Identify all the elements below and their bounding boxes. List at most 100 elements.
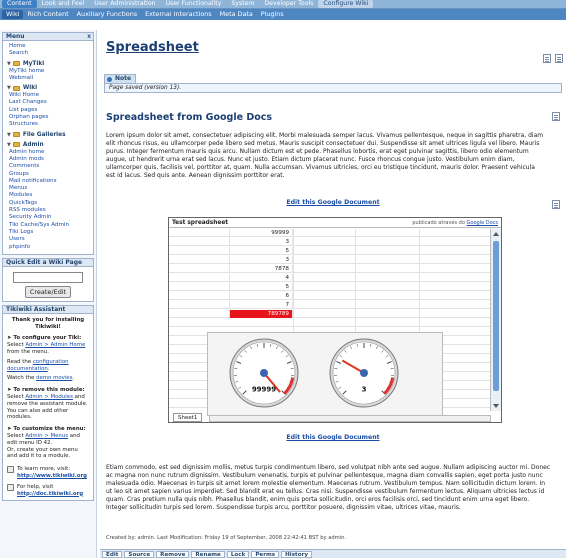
gauge-value-label: 3 [362, 386, 367, 394]
menu-item[interactable]: QuickTags [3, 200, 93, 207]
create-edit-button[interactable]: Create/Edit [24, 285, 72, 298]
page-action-button[interactable]: Lock [226, 550, 250, 558]
sub-nav-tab[interactable]: Meta Data [216, 10, 257, 19]
doc-tikiwiki-link[interactable]: http://doc.tikiwiki.org [17, 491, 83, 497]
quick-edit-input[interactable] [13, 271, 83, 283]
menu-items: Home Search ▼ MyTiki MyTiki home Webmail ▼ Wiki… [3, 41, 93, 254]
sheet-cell[interactable]: 7 [229, 301, 293, 309]
horizontal-scrollbar[interactable] [209, 415, 491, 422]
assistant-title: Tikiwiki Assistant [3, 305, 93, 314]
help-icon [7, 483, 14, 491]
menu-item[interactable]: Mail notifications [3, 178, 93, 185]
top-nav-tab[interactable]: Configure Wiki [318, 0, 374, 8]
menu-item[interactable]: Tiki Cache/Sys Admin [3, 222, 93, 229]
top-nav-tab[interactable]: Look and Feel [37, 0, 90, 8]
gauges-chart: 99999 3 [207, 332, 443, 416]
page-actions-bar: Edit Source Remove Rename Lock Perms History [100, 549, 566, 558]
menu-item[interactable]: Groups [3, 171, 93, 178]
edit-google-doc-link-bottom[interactable]: Edit this Google Document [286, 434, 379, 441]
menu-section-label: File Galleries [22, 131, 66, 138]
edit-section-icon-2[interactable] [552, 200, 560, 209]
menu-item[interactable]: Search [3, 50, 93, 57]
menu-item[interactable]: Users [3, 236, 93, 243]
menu-item[interactable]: Wiki Home [3, 92, 93, 99]
admin-modules-link[interactable]: Admin > Modules [25, 394, 73, 400]
sheet-cell[interactable]: 99999 [229, 229, 293, 237]
sheet-cell[interactable]: 6 [229, 292, 293, 300]
page-action-button[interactable]: Source [124, 550, 155, 558]
admin-menus-link[interactable]: Admin > Menus [25, 433, 68, 439]
sheet-cell[interactable]: 3 [229, 238, 293, 246]
sub-nav-tab[interactable]: Plugins [257, 10, 288, 19]
tikiwiki-org-link[interactable]: http://www.tikiwiki.org [17, 473, 87, 479]
sheet-cell[interactable]: 4 [229, 274, 293, 282]
menu-section[interactable]: ▼ Admin [3, 141, 93, 149]
sheet-row [169, 238, 491, 246]
sub-nav-tab[interactable]: Rich Content [23, 10, 72, 19]
menu-section[interactable]: ▼ File Galleries [3, 131, 93, 139]
top-nav-tab[interactable]: Developer Tools [259, 0, 318, 8]
menu-item[interactable]: Admin home [3, 149, 93, 156]
menu-item[interactable]: Home [3, 43, 93, 50]
page-title[interactable]: Spreadsheet [106, 40, 199, 55]
menu-item[interactable]: Webmail [3, 75, 93, 82]
sheet-row [169, 310, 491, 318]
sheet-row [169, 265, 491, 273]
sub-nav-tab[interactable]: External Interactions [141, 10, 216, 19]
top-nav-tab[interactable]: System [226, 0, 259, 8]
sheet-cell[interactable]: 5 [229, 283, 293, 291]
menu-item[interactable]: Last Changes [3, 99, 93, 106]
gauge-hub [360, 369, 368, 377]
page-action-button[interactable]: Perms [251, 550, 280, 558]
close-icon[interactable]: x [87, 33, 91, 41]
menu-item[interactable]: Orphan pages [3, 114, 93, 121]
page-action-button[interactable]: Rename [191, 550, 225, 558]
sheet-cell[interactable]: 7878 [229, 265, 293, 273]
menu-item[interactable]: RSS modules [3, 207, 93, 214]
menu-section[interactable]: ▼ Wiki [3, 84, 93, 92]
scroll-up-icon[interactable] [493, 232, 499, 236]
edit-section-icon[interactable] [552, 112, 560, 121]
menu-item[interactable]: Admin mods [3, 156, 93, 163]
scroll-down-icon[interactable] [493, 404, 499, 408]
scroll-thumb[interactable] [493, 241, 499, 391]
sheet-row [169, 319, 491, 327]
menu-section-label: MyTiki [22, 60, 45, 67]
top-nav-tab[interactable]: User Functionality [161, 0, 227, 8]
menu-item[interactable]: phpinfo [3, 244, 93, 251]
top-nav-tab[interactable]: Content [2, 0, 37, 8]
menu-item[interactable]: List pages [3, 107, 93, 114]
edit-google-doc-link-top[interactable]: Edit this Google Document [286, 199, 379, 206]
spreadsheet-header: Test spreadsheet publicado através do Go… [169, 218, 501, 228]
vertical-scrollbar[interactable] [490, 229, 501, 411]
page-action-button[interactable]: History [281, 550, 312, 558]
sheet-cell[interactable]: 3 [229, 256, 293, 264]
pdf-icon[interactable] [543, 54, 551, 63]
menu-item[interactable]: Menus [3, 185, 93, 192]
published-by: publicado através do Google Docs [412, 220, 498, 226]
sub-nav-tab[interactable]: Auxiliary Functions [73, 10, 141, 19]
sub-nav-tab[interactable]: Wiki [2, 10, 24, 19]
google-docs-link[interactable]: Google Docs [467, 220, 498, 226]
demo-movies-link[interactable]: demo movies [36, 375, 72, 381]
admin-home-link[interactable]: Admin > Admin Home [25, 342, 85, 348]
menu-item[interactable]: Modules [3, 192, 93, 199]
page-action-button[interactable]: Edit [102, 550, 123, 558]
page-action-button[interactable]: Remove [156, 550, 190, 558]
customize-heading: ➤ To customize the menu: [7, 426, 86, 433]
menu-item[interactable]: Structures [3, 121, 93, 128]
top-nav-tab[interactable]: User Administration [89, 0, 160, 8]
menu-item[interactable]: Security Admin [3, 214, 93, 221]
menu-item[interactable]: MyTiki home [3, 68, 93, 75]
assistant-thanks: Thank you for installing Tikiwiki! [11, 316, 85, 330]
google-spreadsheet-embed[interactable]: Test spreadsheet publicado através do Go… [168, 217, 502, 423]
print-icon[interactable] [555, 54, 563, 63]
menu-section[interactable]: ▼ MyTiki [3, 60, 93, 68]
menu-item[interactable]: Tiki Logs [3, 229, 93, 236]
triangle-down-icon: ▼ [7, 85, 11, 92]
sheet-cell[interactable]: 789789 [229, 310, 293, 318]
menu-item[interactable]: Comments [3, 163, 93, 170]
sheet-cell[interactable]: 5 [229, 247, 293, 255]
sheet-tab[interactable]: Sheet1 [173, 413, 203, 422]
assistant-module: Tikiwiki Assistant Thank you for install… [2, 304, 94, 502]
